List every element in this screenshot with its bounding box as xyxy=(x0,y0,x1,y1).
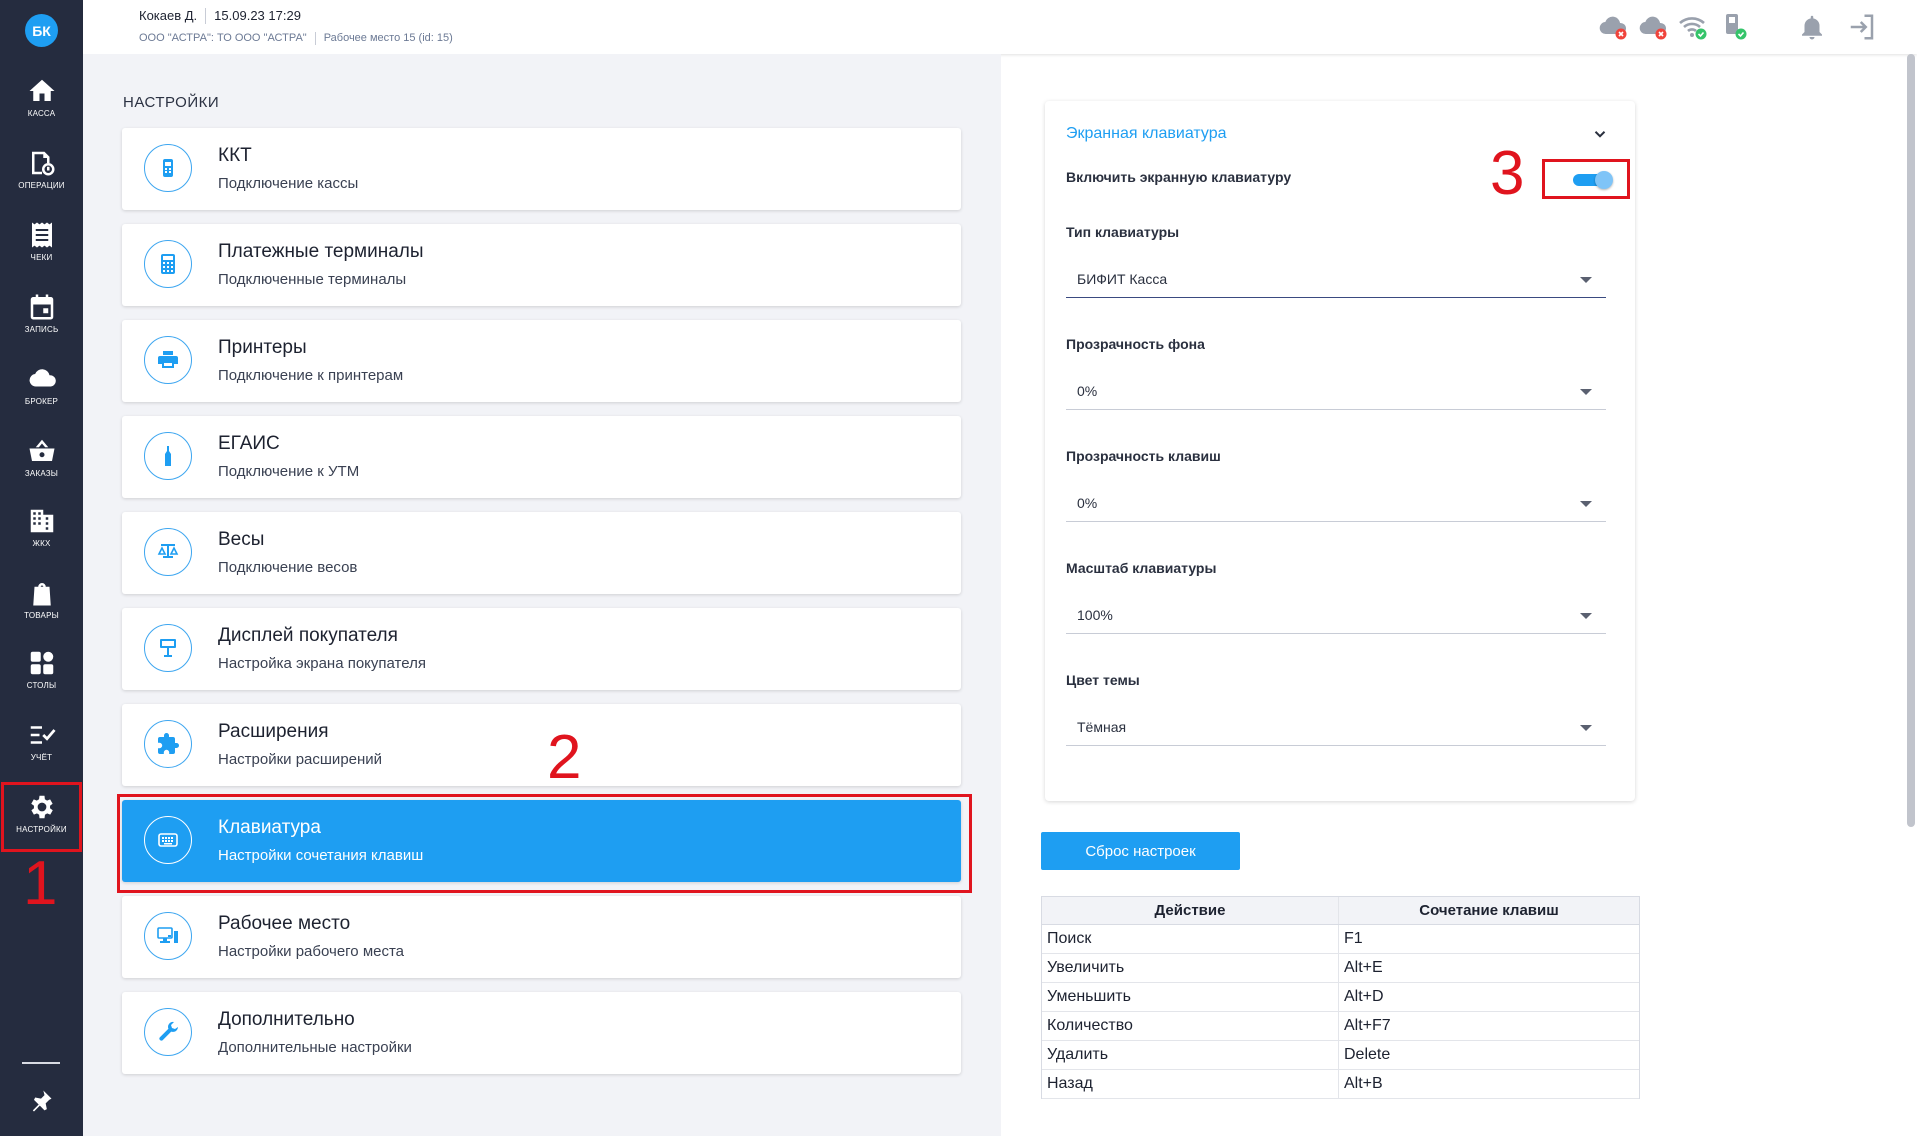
annotation-number-2: 2 xyxy=(547,723,582,792)
table-row[interactable]: Назад Alt+B xyxy=(1042,1070,1639,1099)
sidebar-item-operations[interactable]: ОПЕРАЦИИ xyxy=(0,142,83,212)
caret-down-icon xyxy=(1580,277,1592,283)
annotation-box-3 xyxy=(1542,159,1630,199)
operations-icon xyxy=(31,151,54,176)
sidebar-item-appointments[interactable]: ЗАПИСЬ xyxy=(0,286,83,356)
chevron-down-icon[interactable] xyxy=(1591,125,1609,143)
caret-down-icon xyxy=(1580,501,1592,507)
settings-card-additional[interactable]: Дополнительно Дополнительные настройки xyxy=(122,992,961,1074)
table-row[interactable]: Увеличить Alt+E xyxy=(1042,954,1639,983)
settings-card-payment-terminals[interactable]: Платежные терминалы Подключенные термина… xyxy=(122,224,961,306)
device-ok-icon[interactable] xyxy=(1717,12,1749,42)
grid-icon xyxy=(30,651,53,675)
background-opacity-select[interactable]: 0% xyxy=(1066,370,1606,410)
sidebar-item-receipts[interactable]: ЧЕКИ xyxy=(0,214,83,284)
cloud-error-icon[interactable] xyxy=(1597,12,1629,42)
bell-icon[interactable] xyxy=(1797,12,1827,42)
building-icon xyxy=(30,509,53,533)
display-icon xyxy=(144,624,192,672)
sidebar-item-accounting[interactable]: УЧЁТ xyxy=(0,714,83,784)
keyboard-type-label: Тип клавиатуры xyxy=(1066,224,1180,240)
table-header: Действие Сочетание клавиш xyxy=(1042,897,1639,925)
datetime: 15.09.23 17:29 xyxy=(214,8,301,23)
keyboard-scale-label: Масштаб клавиатуры xyxy=(1066,560,1217,576)
toggle-label: Включить экранную клавиатуру xyxy=(1066,169,1292,185)
shortcuts-table: Действие Сочетание клавиш Поиск F1 Увели… xyxy=(1041,896,1640,1099)
cash-register-icon xyxy=(144,144,192,192)
header: Кокаев Д. 15.09.23 17:29 ООО "АСТРА": ТО… xyxy=(83,0,1917,54)
pin-icon[interactable] xyxy=(27,1087,55,1115)
table-row[interactable]: Количество Alt+F7 xyxy=(1042,1012,1639,1041)
annotation-box-2 xyxy=(117,794,972,893)
table-row[interactable]: Удалить Delete xyxy=(1042,1041,1639,1070)
cloud-icon xyxy=(29,369,56,387)
avatar[interactable]: БК xyxy=(25,14,58,47)
sidebar-item-broker[interactable]: БРОКЕР xyxy=(0,358,83,428)
annotation-box-1 xyxy=(1,782,82,852)
cloud-sync-error-icon[interactable] xyxy=(1637,12,1669,42)
keys-opacity-select[interactable]: 0% xyxy=(1066,482,1606,522)
annotation-number-1: 1 xyxy=(23,849,58,918)
table-row[interactable]: Уменьшить Alt+D xyxy=(1042,983,1639,1012)
settings-card-customer-display[interactable]: Дисплей покупателя Настройка экрана поку… xyxy=(122,608,961,690)
sidebar-item-zhkh[interactable]: ЖКХ xyxy=(0,500,83,570)
calculator-icon xyxy=(144,240,192,288)
wrench-icon xyxy=(144,1008,192,1056)
calendar-icon xyxy=(30,294,53,320)
checklist-icon xyxy=(30,726,56,744)
sidebar-item-orders[interactable]: ЗАКАЗЫ xyxy=(0,430,83,500)
annotation-number-3: 3 xyxy=(1490,139,1525,208)
table-row[interactable]: Поиск F1 xyxy=(1042,925,1639,954)
settings-card-kkt[interactable]: ККТ Подключение кассы xyxy=(122,128,961,210)
header-org-line: ООО "АСТРА": ТО ООО "АСТРА" Рабочее мест… xyxy=(139,32,453,45)
logout-icon[interactable] xyxy=(1847,12,1877,42)
bottle-icon xyxy=(144,432,192,480)
caret-down-icon xyxy=(1580,613,1592,619)
settings-card-egais[interactable]: ЕГАИС Подключение к УТМ xyxy=(122,416,961,498)
settings-card-scales[interactable]: Весы Подключение весов xyxy=(122,512,961,594)
panel-title: Экранная клавиатура xyxy=(1066,125,1227,142)
home-icon xyxy=(29,79,54,101)
header-user-line: Кокаев Д. 15.09.23 17:29 xyxy=(139,8,301,24)
workplace-icon xyxy=(144,912,192,960)
scrollbar[interactable] xyxy=(1907,54,1915,827)
sidebar-item-goods[interactable]: ТОВАРЫ xyxy=(0,572,83,642)
bag-icon xyxy=(32,583,51,606)
onscreen-keyboard-panel: Экранная клавиатура Включить экранную кл… xyxy=(1045,101,1635,801)
sidebar-divider xyxy=(22,1062,60,1064)
printer-icon xyxy=(144,336,192,384)
theme-color-select[interactable]: Тёмная xyxy=(1066,706,1606,746)
basket-icon xyxy=(29,439,54,461)
keyboard-type-select[interactable]: БИФИТ Касса xyxy=(1066,258,1606,298)
puzzle-icon xyxy=(144,720,192,768)
keys-opacity-label: Прозрачность клавиш xyxy=(1066,448,1221,464)
settings-card-workplace[interactable]: Рабочее место Настройки рабочего места xyxy=(122,896,961,978)
caret-down-icon xyxy=(1580,389,1592,395)
status-icons xyxy=(1597,12,1749,42)
page-title: НАСТРОЙКИ xyxy=(123,94,220,111)
receipts-icon xyxy=(31,222,52,248)
settings-list-area: НАСТРОЙКИ ККТ Подключение кассы Платежны… xyxy=(83,54,1001,1136)
wifi-ok-icon[interactable] xyxy=(1677,12,1709,42)
sidebar-item-tables[interactable]: СТОЛЫ xyxy=(0,642,83,712)
header-actions xyxy=(1797,12,1877,42)
background-opacity-label: Прозрачность фона xyxy=(1066,336,1205,352)
scales-icon xyxy=(144,528,192,576)
sidebar-item-kassa[interactable]: КАССА xyxy=(0,70,83,140)
reset-settings-button[interactable]: Сброс настроек xyxy=(1041,832,1240,870)
settings-card-extensions[interactable]: Расширения Настройки расширений xyxy=(122,704,961,786)
user-name: Кокаев Д. xyxy=(139,8,198,23)
sidebar: БК КАССА ОПЕРАЦИИ ЧЕКИ ЗАПИСЬ БРОКЕР ЗАК… xyxy=(0,0,83,1136)
settings-card-printers[interactable]: Принтеры Подключение к принтерам xyxy=(122,320,961,402)
workplace-name: Рабочее место 15 (id: 15) xyxy=(323,32,453,44)
org-name: ООО "АСТРА": ТО ООО "АСТРА" xyxy=(139,32,307,44)
keyboard-scale-select[interactable]: 100% xyxy=(1066,594,1606,634)
theme-color-label: Цвет темы xyxy=(1066,672,1140,688)
caret-down-icon xyxy=(1580,725,1592,731)
